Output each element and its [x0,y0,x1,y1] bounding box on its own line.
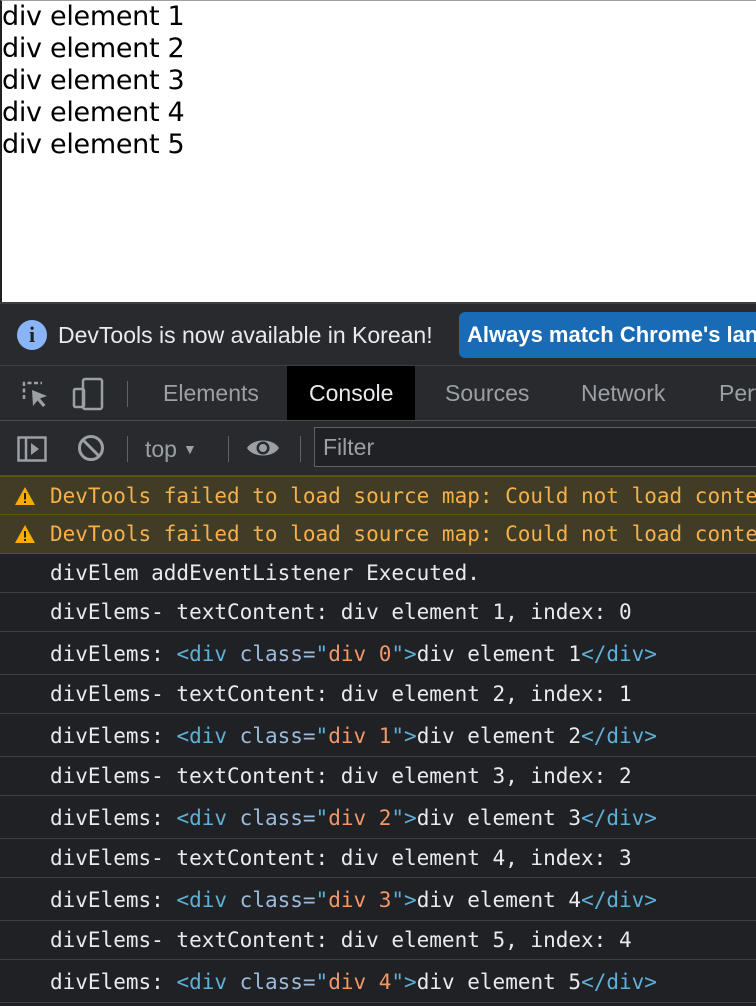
console-element-row[interactable]: divElems: <div class="div 0">div element… [0,632,756,675]
context-selector[interactable]: top ▼ [145,433,197,465]
element-text: div element 1 [416,642,582,666]
toolbar-separator [228,436,229,462]
language-infobar: i DevTools is now available in Korean! A… [0,304,756,366]
page-div-element-4: div element 4 [2,97,185,128]
eye-icon[interactable] [246,437,280,459]
log-label: divElems: [50,888,164,912]
page-viewport: div element 1 div element 2 div element … [0,0,756,302]
element-class: div 1 [328,724,392,748]
inspect-element-icon[interactable] [20,379,50,409]
element-class: div 3 [328,888,392,912]
log-label: divElems: [50,642,164,666]
console-log-row: divElems- textContent: div element 4, in… [0,839,756,878]
element-class: div 4 [328,970,392,994]
log-message: divElems- textContent: div element 3, in… [50,764,632,788]
show-sidebar-icon[interactable] [17,436,47,462]
tab-sources[interactable]: Sources [427,366,547,420]
warning-icon [15,525,35,543]
page-div-element-2: div element 2 [2,33,185,64]
console-element-row[interactable]: divElems: <div class="div 3">div element… [0,878,756,921]
console-log-row: divElems- textContent: div element 2, in… [0,675,756,714]
filter-input[interactable] [314,427,756,467]
chevron-down-icon: ▼ [182,441,197,457]
log-label: divElems: [50,970,164,994]
console-log-row: divElems- textContent: div element 3, in… [0,757,756,796]
element-class: div 2 [328,806,392,830]
console-log-row: divElem addEventListener Executed. [0,554,756,593]
infobar-message: DevTools is now available in Korean! [58,322,433,348]
page-div-element-1: div element 1 [2,1,185,32]
devtools-panel: i DevTools is now available in Korean! A… [0,302,756,1006]
page-div-element-5: div element 5 [2,129,185,160]
console-element-row[interactable]: divElems: <div class="div 1">div element… [0,714,756,757]
warning-icon [15,487,35,505]
match-language-button[interactable]: Always match Chrome's language [459,312,756,358]
clear-console-icon[interactable] [77,434,105,462]
toolbar-separator [127,381,128,407]
context-value: top [145,436,177,462]
element-text: div element 3 [416,806,582,830]
warning-message: DevTools failed to load source map: Coul… [50,484,756,508]
element-text: div element 4 [416,888,582,912]
console-log-row: divElems- textContent: div element 1, in… [0,593,756,632]
console-log-row: divElems- textContent: div element 5, in… [0,921,756,960]
console-warning: DevTools failed to load source map: Coul… [0,515,756,554]
page-div-element-3: div element 3 [2,65,185,96]
element-text: div element 2 [416,724,582,748]
log-label: divElems: [50,724,164,748]
log-message: divElems- textContent: div element 5, in… [50,928,632,952]
console-element-row[interactable]: divElems: <div class="div 4">div element… [0,960,756,1003]
toolbar-separator [300,436,301,462]
device-toolbar-icon[interactable] [72,377,104,411]
log-message: divElems- textContent: div element 1, in… [50,600,632,624]
log-message: divElems- textContent: div element 2, in… [50,682,632,706]
console-warning: DevTools failed to load source map: Coul… [0,476,756,515]
tab-network[interactable]: Network [563,366,683,420]
toolbar-separator [127,436,128,462]
element-text: div element 5 [416,970,582,994]
element-class: div 0 [328,642,392,666]
console-element-row[interactable]: divElems: <div class="div 2">div element… [0,796,756,839]
devtools-tab-bar: Elements Console Sources Network Perform… [0,366,756,421]
warning-message: DevTools failed to load source map: Coul… [50,522,756,546]
console-toolbar: top ▼ [0,421,756,476]
tab-performance[interactable]: Performance [701,366,756,420]
log-message: divElem addEventListener Executed. [50,561,480,585]
log-label: divElems: [50,806,164,830]
tab-elements[interactable]: Elements [145,366,277,420]
log-message: divElems- textContent: div element 4, in… [50,846,632,870]
console-messages: DevTools failed to load source map: Coul… [0,476,756,1003]
tab-console[interactable]: Console [287,366,416,420]
info-icon: i [17,320,47,350]
